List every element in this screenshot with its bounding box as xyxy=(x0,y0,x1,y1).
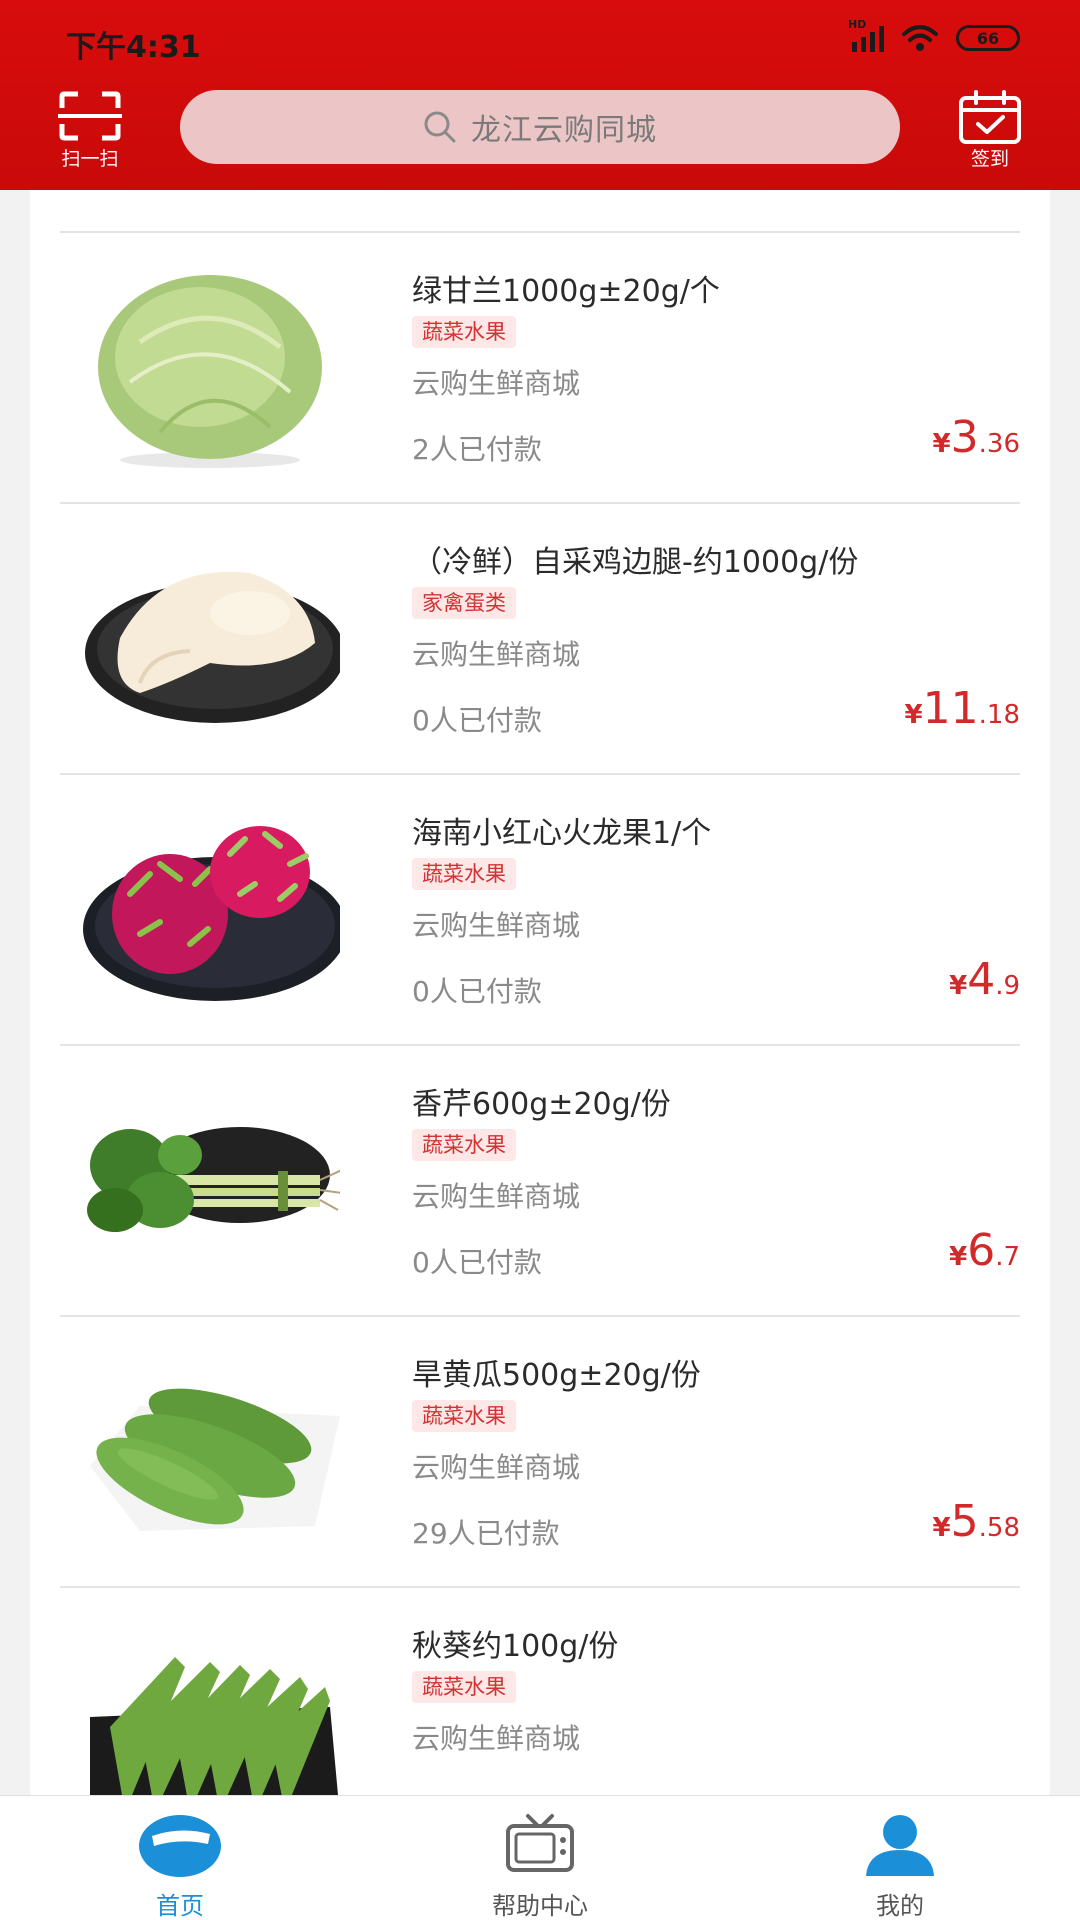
product-image-celery xyxy=(87,1127,340,1232)
user-icon xyxy=(866,1815,934,1876)
price-integer: 4 xyxy=(967,954,996,1005)
price-integer: 5 xyxy=(950,1496,979,1547)
search-placeholder: 龙江云购同城 xyxy=(471,113,657,148)
product-title[interactable]: 海南小红心火龙果1/个 xyxy=(412,808,711,852)
category-tag: 蔬菜水果 xyxy=(412,1400,516,1432)
nav-label-home: 首页 xyxy=(156,1892,204,1920)
search-bar[interactable]: 龙江云购同城 xyxy=(180,90,900,164)
shop-name: 云购生鲜商城 xyxy=(412,638,581,671)
price-currency: ¥ xyxy=(904,700,923,730)
shop-name: 云购生鲜商城 xyxy=(412,909,581,942)
nav-item-home[interactable]: 首页 xyxy=(60,1796,300,1920)
price-decimal: .36 xyxy=(978,429,1020,459)
product-title[interactable]: 旱黄瓜500g±20g/份 xyxy=(412,1350,701,1394)
paid-count: 0人已付款 xyxy=(412,1246,542,1279)
calendar-check-icon xyxy=(959,90,1021,144)
price-currency: ¥ xyxy=(932,1513,951,1543)
status-icons: HD 66 xyxy=(848,18,1020,52)
product-card-celery[interactable]: 香芹600g±20g/份 蔬菜水果 云购生鲜商城 0人已付款 ¥6.7 xyxy=(30,1045,1050,1316)
nav-item-profile[interactable]: 我的 xyxy=(780,1796,1020,1920)
price-decimal: .7 xyxy=(995,1242,1020,1272)
paid-count: 2人已付款 xyxy=(412,433,542,466)
paid-count: 0人已付款 xyxy=(412,975,542,1008)
product-image-chicken-leg xyxy=(85,571,340,723)
product-image-cabbage xyxy=(98,275,322,468)
nav-label-profile: 我的 xyxy=(876,1892,924,1920)
product-card-dragon-fruit[interactable]: 海南小红心火龙果1/个 蔬菜水果 云购生鲜商城 0人已付款 ¥4.9 xyxy=(30,774,1050,1045)
bottom-nav: 首页 帮助中心 我的 xyxy=(0,1795,1080,1920)
category-tag: 蔬菜水果 xyxy=(412,1129,516,1161)
shop-name: 云购生鲜商城 xyxy=(412,367,581,400)
paid-count: 29人已付款 xyxy=(412,1517,560,1550)
price: ¥4.9 xyxy=(949,954,1020,1005)
category-tag: 蔬菜水果 xyxy=(412,316,516,348)
scan-button[interactable]: 扫一扫 xyxy=(54,90,126,170)
price-integer: 11 xyxy=(922,683,979,734)
battery-indicator: 66 xyxy=(956,25,1020,51)
product-title[interactable]: 香芹600g±20g/份 xyxy=(412,1079,671,1123)
paid-count: 0人已付款 xyxy=(412,704,542,737)
scan-label: 扫一扫 xyxy=(61,148,119,170)
nav-item-help-center[interactable]: 帮助中心 xyxy=(420,1796,660,1920)
price-integer: 3 xyxy=(950,412,979,463)
price: ¥11.18 xyxy=(905,683,1020,734)
price: ¥6.7 xyxy=(949,1225,1020,1276)
category-tag: 蔬菜水果 xyxy=(412,858,516,890)
price: ¥3.36 xyxy=(933,412,1020,463)
product-list[interactable]: 绿甘兰1000g±20g/个 蔬菜水果 云购生鲜商城 2人已付款 ¥3.36 （… xyxy=(30,190,1050,1795)
price-currency: ¥ xyxy=(949,1242,968,1272)
category-tag: 蔬菜水果 xyxy=(412,1671,516,1703)
price-currency: ¥ xyxy=(949,971,968,1001)
home-icon xyxy=(139,1815,221,1877)
shop-name: 云购生鲜商城 xyxy=(412,1722,581,1755)
app-screen: 下午4:31 HD 66 扫一扫 龙江云购同城 签到 绿甘兰1000g±20g/… xyxy=(0,0,1080,1920)
price-integer: 6 xyxy=(967,1225,996,1276)
search-icon xyxy=(424,111,456,143)
shop-name: 云购生鲜商城 xyxy=(412,1180,581,1213)
category-tag: 家禽蛋类 xyxy=(412,587,516,619)
product-title[interactable]: 秋葵约100g/份 xyxy=(412,1621,618,1665)
shop-name: 云购生鲜商城 xyxy=(412,1451,581,1484)
status-bar: 下午4:31 HD 66 xyxy=(0,0,1080,80)
product-card-cabbage[interactable]: 绿甘兰1000g±20g/个 蔬菜水果 云购生鲜商城 2人已付款 ¥3.36 xyxy=(30,232,1050,503)
hd-label: HD xyxy=(848,18,867,31)
status-time: 下午4:31 xyxy=(66,30,201,65)
signal-icon: HD xyxy=(848,18,884,52)
product-title[interactable]: （冷鲜）自采鸡边腿-约1000g/份 xyxy=(412,537,858,581)
product-card-cucumber[interactable]: 旱黄瓜500g±20g/份 蔬菜水果 云购生鲜商城 29人已付款 ¥5.58 xyxy=(30,1316,1050,1587)
signin-label: 签到 xyxy=(970,148,1009,170)
product-title[interactable]: 绿甘兰1000g±20g/个 xyxy=(412,266,720,310)
price-decimal: .18 xyxy=(978,700,1020,730)
nav-label-help-center: 帮助中心 xyxy=(492,1892,588,1920)
price: ¥5.58 xyxy=(933,1496,1020,1547)
tv-icon xyxy=(506,1814,574,1872)
price-decimal: .58 xyxy=(978,1513,1020,1543)
product-card-okra[interactable]: 秋葵约100g/份 蔬菜水果 云购生鲜商城 xyxy=(30,1587,1050,1795)
top-header: 下午4:31 HD 66 扫一扫 龙江云购同城 签到 xyxy=(0,0,1080,190)
wifi-icon xyxy=(902,25,938,51)
price-decimal: .9 xyxy=(995,971,1020,1001)
product-image-okra xyxy=(90,1657,338,1795)
scan-icon xyxy=(58,91,122,141)
price-currency: ¥ xyxy=(932,429,951,459)
product-image-dragon-fruit xyxy=(83,826,340,1001)
product-image-cucumber xyxy=(90,1388,340,1531)
signin-button[interactable]: 签到 xyxy=(954,90,1026,170)
product-card-chicken[interactable]: （冷鲜）自采鸡边腿-约1000g/份 家禽蛋类 云购生鲜商城 0人已付款 ¥11… xyxy=(30,503,1050,774)
